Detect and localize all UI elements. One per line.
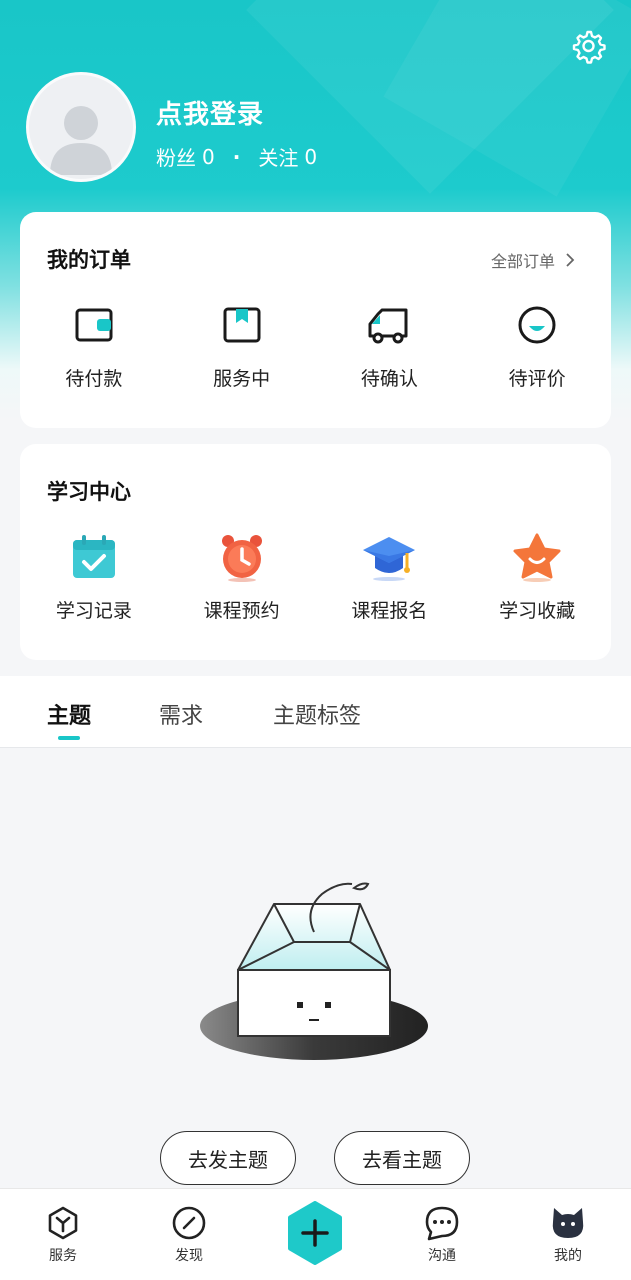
nav-label: 沟通 xyxy=(428,1248,456,1264)
all-orders-label: 全部订单 xyxy=(490,252,555,271)
graduation-cap-icon xyxy=(363,537,416,581)
view-topic-button[interactable]: 去看主题 xyxy=(334,1131,470,1185)
learning-records[interactable]: 学习记录 xyxy=(20,532,168,623)
cat-avatar-icon xyxy=(552,1208,584,1238)
calendar-check-icon xyxy=(72,535,115,578)
learning-item-label: 学习收藏 xyxy=(499,600,576,622)
fans-label[interactable]: 粉丝 xyxy=(156,142,196,171)
order-in-service[interactable]: 服务中 xyxy=(168,300,316,391)
order-item-label: 待评价 xyxy=(508,368,566,390)
learning-item-label: 学习记录 xyxy=(55,600,132,622)
nav-chat[interactable]: 沟通 xyxy=(402,1205,482,1265)
course-booking[interactable]: 课程预约 xyxy=(168,532,316,623)
order-pending-payment[interactable]: 待付款 xyxy=(20,300,168,391)
bookmark-box-icon xyxy=(223,307,261,343)
content-tabs: 主题 需求 主题标签 xyxy=(0,676,631,748)
plus-hexagon-icon xyxy=(288,1201,342,1265)
all-orders-link[interactable]: 全部订单 xyxy=(491,248,575,272)
learning-item-label: 课程预约 xyxy=(203,600,280,622)
wallet-icon xyxy=(75,308,113,342)
login-link[interactable]: 点我登录 xyxy=(156,94,264,131)
order-to-review[interactable]: 待评价 xyxy=(463,300,611,391)
star-icon xyxy=(513,533,561,582)
order-to-confirm[interactable]: 待确认 xyxy=(316,300,464,391)
follow-label[interactable]: 关注 xyxy=(258,142,298,171)
alarm-clock-icon xyxy=(221,535,262,582)
tab-topics[interactable]: 主题 xyxy=(47,698,91,730)
course-enrollment[interactable]: 课程报名 xyxy=(316,532,464,623)
gear-icon xyxy=(572,30,606,64)
chat-bubble-icon xyxy=(425,1206,459,1241)
fans-count[interactable]: 0 xyxy=(202,145,215,169)
settings-button[interactable] xyxy=(568,26,608,66)
order-item-label: 服务中 xyxy=(213,368,271,390)
learning-grid: 学习记录 课程预约 课程报名 学习收藏 xyxy=(20,532,611,623)
stats-separator: · xyxy=(232,144,241,169)
post-topic-button[interactable]: 去发主题 xyxy=(160,1131,296,1185)
order-item-label: 待付款 xyxy=(65,368,123,390)
smile-icon xyxy=(518,306,556,344)
tab-topic-tags[interactable]: 主题标签 xyxy=(273,698,361,730)
nav-services[interactable]: 服务 xyxy=(23,1205,103,1265)
orders-grid: 待付款 服务中 待确认 待评价 xyxy=(20,300,611,391)
tab-demands[interactable]: 需求 xyxy=(159,698,203,730)
user-placeholder-icon xyxy=(50,106,112,175)
chevron-right-icon xyxy=(566,253,575,267)
avatar[interactable] xyxy=(26,72,136,182)
follow-count[interactable]: 0 xyxy=(304,145,317,169)
nav-label: 服务 xyxy=(49,1248,77,1264)
orders-title: 我的订单 xyxy=(47,248,131,272)
truck-icon xyxy=(368,308,408,344)
cube-icon xyxy=(48,1206,78,1240)
learning-favorites[interactable]: 学习收藏 xyxy=(463,532,611,623)
learning-title: 学习中心 xyxy=(47,480,131,504)
empty-box-illustration xyxy=(200,882,428,1060)
nav-create[interactable] xyxy=(286,1201,344,1265)
bottom-navigation: 服务 发现 沟通 我的 xyxy=(0,1188,631,1280)
user-stats: 粉丝 0 · 关注 0 xyxy=(156,142,317,171)
nav-label: 我的 xyxy=(554,1248,582,1264)
nav-label: 发现 xyxy=(175,1248,203,1264)
compass-icon xyxy=(172,1206,206,1240)
orders-card: 我的订单 全部订单 待付款 服务中 待确认 待评价 xyxy=(20,212,611,428)
learning-card: 学习中心 学习记录 课程预约 课程报名 学习收藏 xyxy=(20,444,611,660)
order-item-label: 待确认 xyxy=(360,368,418,390)
active-tab-indicator xyxy=(58,736,80,740)
nav-discover[interactable]: 发现 xyxy=(149,1205,229,1265)
learning-item-label: 课程报名 xyxy=(351,600,428,622)
nav-mine[interactable]: 我的 xyxy=(528,1205,608,1265)
